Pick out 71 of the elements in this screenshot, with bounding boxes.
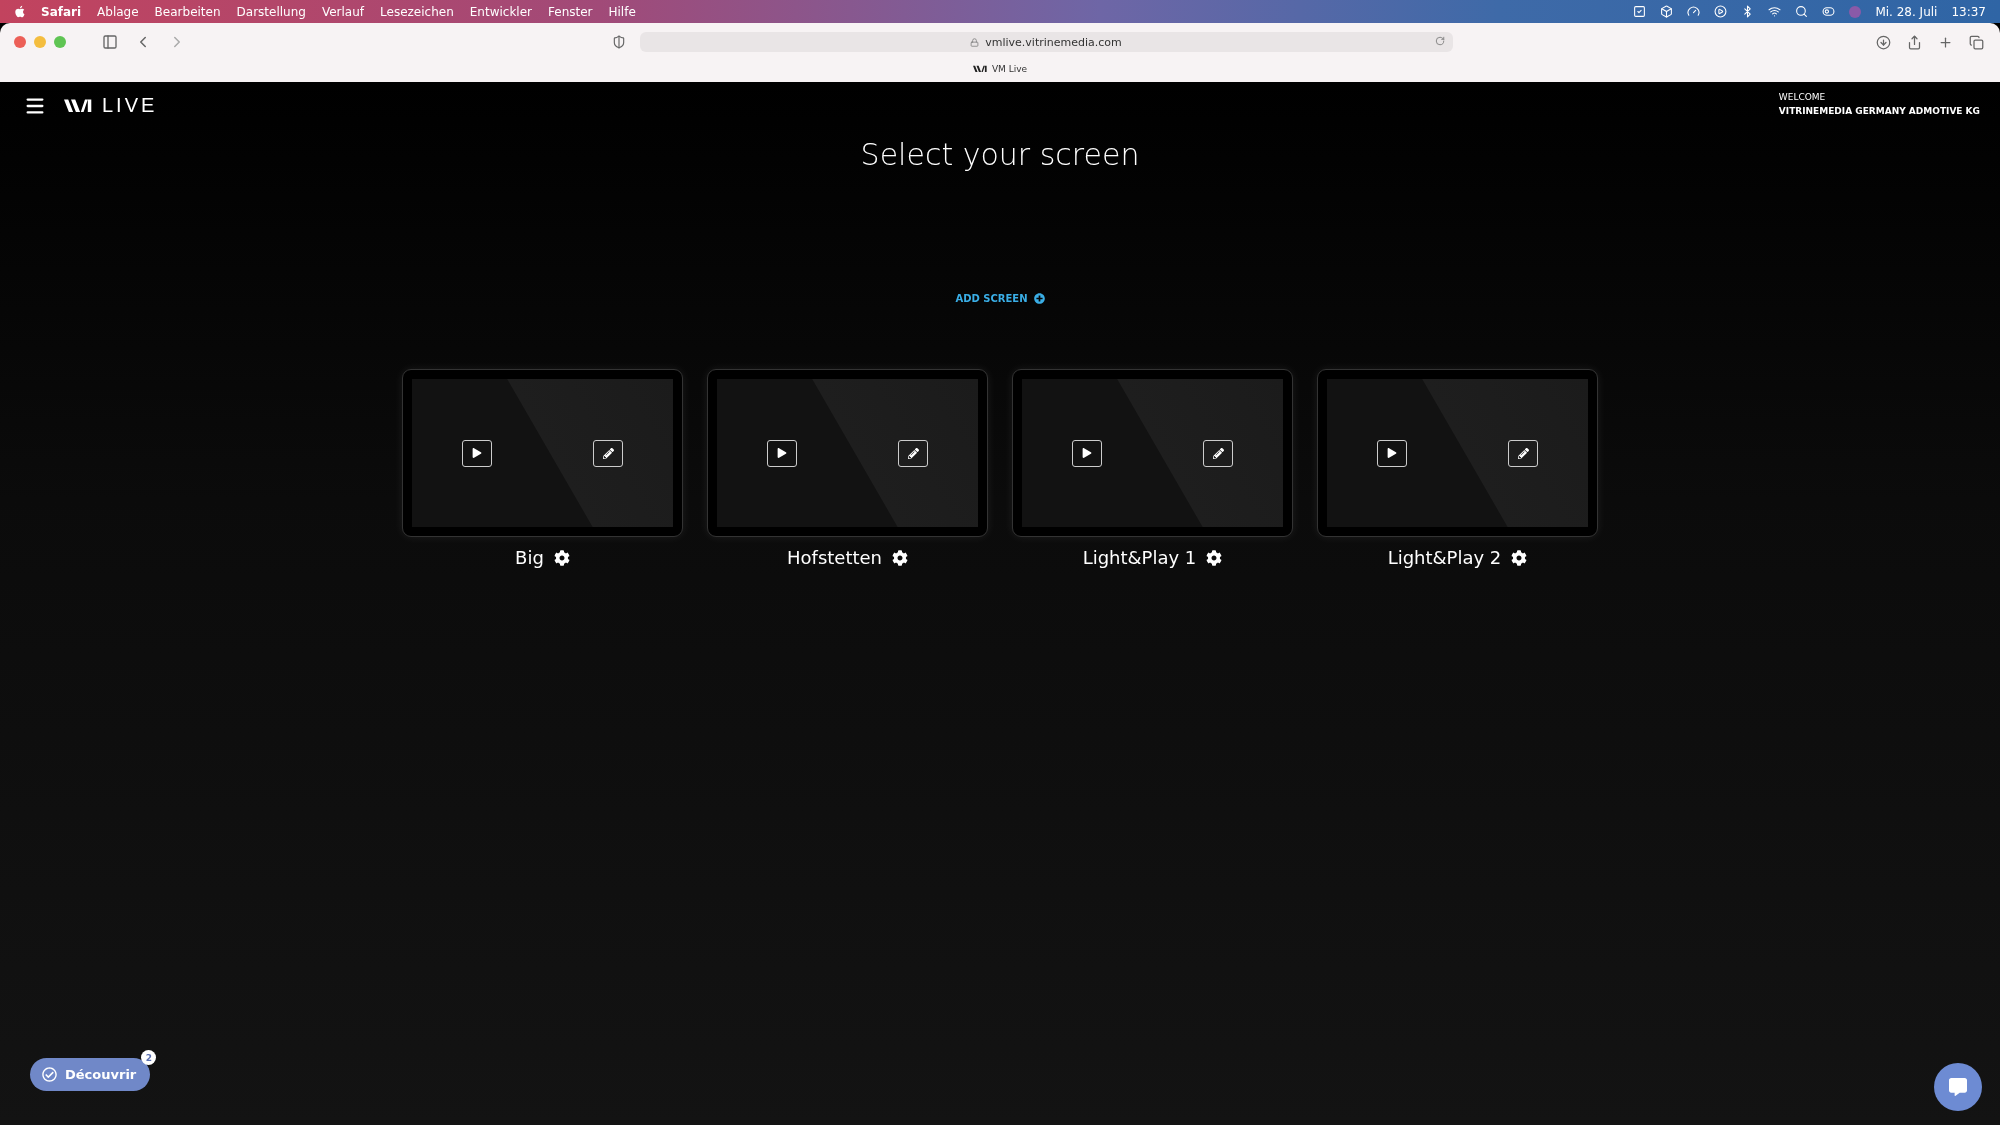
- play-button[interactable]: [462, 439, 492, 467]
- sidebar-button[interactable]: [100, 32, 120, 52]
- settings-button[interactable]: [1206, 549, 1223, 566]
- box-icon[interactable]: [1660, 5, 1674, 18]
- screen-name: Hofstetten: [787, 547, 882, 568]
- screen-name: Light&Play 1: [1082, 547, 1197, 568]
- brand-name: LIVE: [102, 94, 158, 117]
- check-icon: [42, 1067, 57, 1082]
- share-icon: [1907, 34, 1922, 50]
- tab-title[interactable]: VM Live: [991, 64, 1028, 74]
- sidebar-icon: [102, 34, 118, 50]
- play-button[interactable]: [767, 439, 797, 467]
- tabs-icon: [1969, 34, 1984, 50]
- company-name: VITRINEMEDIA GERMANY ADMOTIVE KG: [1778, 106, 1980, 116]
- menu-item[interactable]: Verlauf: [321, 4, 365, 19]
- play-button[interactable]: [1072, 439, 1102, 467]
- gear-icon: [1206, 549, 1223, 566]
- url-text: vmlive.vitrinemedia.com: [985, 35, 1122, 49]
- notification-badge: 2: [141, 1050, 157, 1065]
- pencil-icon: [1517, 447, 1529, 459]
- menu-item[interactable]: Lesezeichen: [380, 4, 454, 19]
- address-field[interactable]: vmlive.vitrinemedia.com: [639, 32, 1453, 52]
- plus-icon: [1033, 293, 1045, 304]
- search-icon[interactable]: [1795, 5, 1809, 18]
- menu-time: 13:37: [1951, 4, 1986, 19]
- chat-button[interactable]: [1934, 1063, 1982, 1111]
- pencil-icon: [907, 447, 919, 459]
- play-icon: [777, 448, 787, 458]
- add-screen-button[interactable]: ADD SCREEN: [949, 292, 1051, 305]
- pencil-icon: [602, 447, 614, 459]
- menu-item[interactable]: Hilfe: [608, 4, 636, 19]
- settings-button[interactable]: [553, 549, 570, 566]
- plus-icon: [1938, 34, 1953, 50]
- edit-button[interactable]: [1203, 439, 1233, 467]
- menu-item[interactable]: Entwickler: [469, 4, 532, 19]
- apple-icon[interactable]: [14, 5, 25, 18]
- gear-icon: [1511, 549, 1528, 566]
- lock-icon: [970, 37, 980, 47]
- settings-button[interactable]: [1511, 549, 1528, 566]
- wifi-icon[interactable]: [1768, 5, 1782, 18]
- gear-icon: [553, 549, 570, 566]
- edit-button[interactable]: [1508, 439, 1538, 467]
- page-title: Select your screen: [860, 137, 1140, 172]
- screen-name: Big: [515, 547, 544, 568]
- shield-icon: [611, 35, 626, 49]
- menu-item[interactable]: Ablage: [97, 4, 139, 19]
- menu-item[interactable]: Darstellung: [236, 4, 306, 19]
- welcome-label: WELCOME: [1778, 92, 1827, 102]
- play-button[interactable]: [1377, 439, 1407, 467]
- screen-name: Light&Play 2: [1387, 547, 1502, 568]
- play-icon: [1387, 448, 1397, 458]
- menu-item[interactable]: Fenster: [548, 4, 593, 19]
- pencil-icon: [1212, 447, 1224, 459]
- menu-item[interactable]: Bearbeiten: [154, 4, 221, 19]
- checkbox-icon[interactable]: [1633, 5, 1647, 18]
- menu-date: Mi. 28. Juli: [1875, 4, 1938, 19]
- play-icon: [472, 448, 482, 458]
- close-button[interactable]: [14, 36, 26, 48]
- edit-button[interactable]: [593, 439, 623, 467]
- toggle-icon[interactable]: [1822, 5, 1836, 18]
- download-icon: [1876, 34, 1891, 50]
- app-menu[interactable]: Safari: [41, 4, 82, 19]
- settings-button[interactable]: [892, 549, 908, 566]
- edit-button[interactable]: [898, 439, 928, 467]
- gauge-icon[interactable]: [1687, 5, 1701, 18]
- play-icon: [1082, 448, 1092, 458]
- gear-icon: [892, 549, 908, 566]
- vm-logo-icon: [64, 97, 92, 114]
- vm-logo-icon: [972, 65, 987, 73]
- play-circle-icon[interactable]: [1714, 5, 1728, 18]
- chat-icon: [1949, 1078, 1967, 1096]
